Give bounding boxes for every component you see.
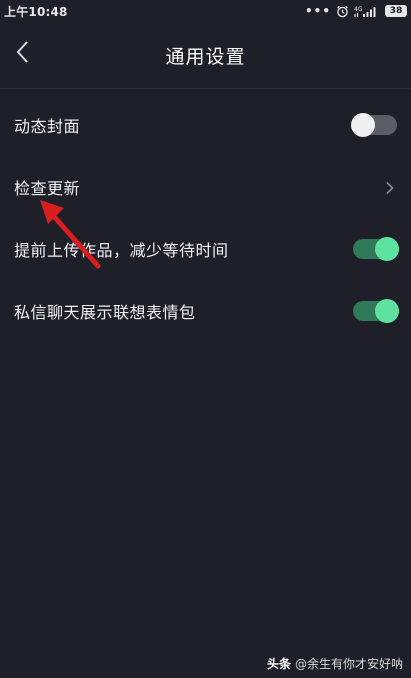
setting-pre-upload[interactable]: 提前上传作品，减少等待时间 xyxy=(0,218,411,280)
signal-icon: 4G xyxy=(354,5,380,18)
back-button[interactable] xyxy=(8,36,36,72)
chat-sticker-toggle[interactable] xyxy=(353,299,399,323)
dynamic-cover-toggle[interactable] xyxy=(351,113,397,137)
status-icons: ••• 4G 38 xyxy=(305,4,407,18)
setting-label: 提前上传作品，减少等待时间 xyxy=(14,241,229,260)
toggle-knob xyxy=(375,299,399,323)
watermark-handle: @余生有你才安好呐 xyxy=(294,657,403,671)
setting-label: 检查更新 xyxy=(14,179,81,198)
alarm-icon xyxy=(336,5,349,18)
signal-label: 4G xyxy=(354,6,363,13)
toggle-knob xyxy=(375,237,399,261)
watermark-brand: 头条 xyxy=(266,657,291,671)
setting-chat-sticker-suggest[interactable]: 私信聊天展示联想表情包 xyxy=(0,280,411,342)
pre-upload-toggle[interactable] xyxy=(353,237,399,261)
toggle-knob xyxy=(351,113,375,137)
chevron-right-icon xyxy=(385,180,395,195)
watermark: 头条 @余生有你才安好呐 xyxy=(267,655,403,672)
chevron-left-icon xyxy=(15,40,29,68)
page-header: 通用设置 xyxy=(0,22,411,89)
setting-label: 动态封面 xyxy=(14,117,81,136)
settings-list: 动态封面 检查更新 提前上传作品，减少等待时间 私信聊天展示联想表情包 xyxy=(0,94,411,342)
battery-indicator: 38 xyxy=(385,5,407,17)
notification-dots: ••• xyxy=(304,4,331,18)
setting-label: 私信聊天展示联想表情包 xyxy=(14,303,196,322)
app-screen: 上午10:48 ••• 4G 38 通用设置 动态封面 检查更新 提前上传作品，… xyxy=(0,0,411,678)
status-bar: 上午10:48 ••• 4G 38 xyxy=(0,0,411,22)
status-time: 上午10:48 xyxy=(4,4,68,19)
setting-check-update[interactable]: 检查更新 xyxy=(0,156,411,218)
setting-dynamic-cover[interactable]: 动态封面 xyxy=(0,94,411,156)
page-title: 通用设置 xyxy=(165,45,246,68)
